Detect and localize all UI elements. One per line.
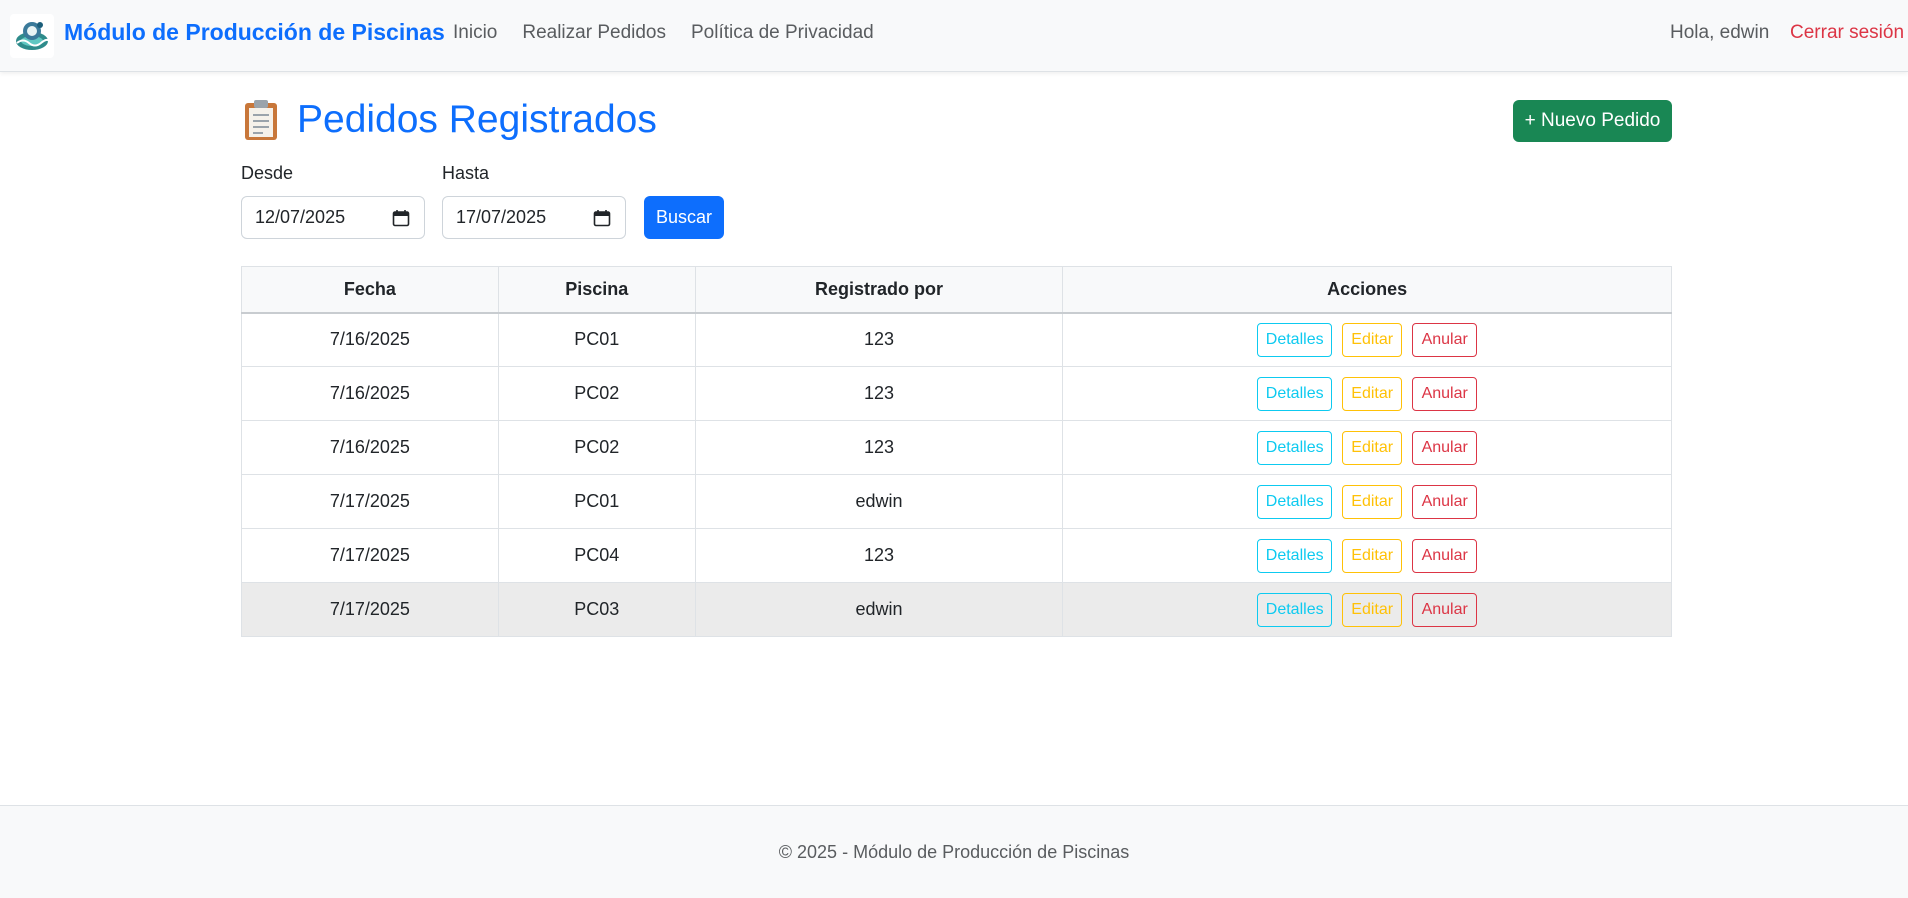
cancel-button[interactable]: Anular (1412, 430, 1478, 465)
table-row: 7/16/2025 PC01 123 Detalles Editar Anula… (241, 312, 1672, 367)
calendar-icon[interactable] (392, 209, 410, 227)
edit-button[interactable]: Editar (1342, 430, 1403, 465)
table-header-row: Fecha Piscina Registrado por Acciones (241, 266, 1672, 314)
header-piscina: Piscina (497, 266, 696, 314)
header-acciones: Acciones (1062, 266, 1672, 314)
details-button[interactable]: Detalles (1257, 484, 1333, 519)
details-button[interactable]: Detalles (1257, 376, 1333, 411)
edit-button[interactable]: Editar (1342, 592, 1403, 627)
orders-table: Fecha Piscina Registrado por Acciones 7/… (241, 266, 1672, 637)
to-label: Hasta (442, 163, 490, 183)
search-button[interactable]: Buscar (644, 196, 724, 239)
cell-fecha: 7/16/2025 (241, 366, 499, 421)
cell-piscina: PC03 (497, 582, 696, 637)
cell-acciones: Detalles Editar Anular (1062, 528, 1672, 583)
footer: © 2025 - Módulo de Producción de Piscina… (0, 805, 1908, 898)
pool-logo-icon[interactable] (10, 14, 54, 58)
cell-registrado: 123 (694, 528, 1064, 583)
table-row: 7/16/2025 PC02 123 Detalles Editar Anula… (241, 420, 1672, 475)
cancel-button[interactable]: Anular (1412, 376, 1478, 411)
header-fecha: Fecha (241, 266, 499, 314)
cancel-button[interactable]: Anular (1412, 322, 1478, 357)
nav-links: Inicio Realizar Pedidos Política de Priv… (453, 22, 899, 44)
edit-button[interactable]: Editar (1342, 538, 1403, 573)
cancel-button[interactable]: Anular (1412, 592, 1478, 627)
cancel-button[interactable]: Anular (1412, 484, 1478, 519)
logout-link[interactable]: Cerrar sesión (1790, 22, 1904, 44)
cell-fecha: 7/17/2025 (241, 474, 499, 529)
cell-registrado: edwin (694, 582, 1064, 637)
table-row: 7/16/2025 PC02 123 Detalles Editar Anula… (241, 366, 1672, 421)
user-greeting: Hola, edwin (1670, 22, 1770, 43)
edit-button[interactable]: Editar (1342, 376, 1403, 411)
details-button[interactable]: Detalles (1257, 592, 1333, 627)
cell-piscina: PC02 (497, 420, 696, 475)
cell-fecha: 7/16/2025 (241, 420, 499, 475)
page-title-text: Pedidos Registrados (297, 98, 657, 141)
to-date-input[interactable]: 17/07/2025 (442, 196, 626, 239)
cell-acciones: Detalles Editar Anular (1062, 474, 1672, 529)
cell-acciones: Detalles Editar Anular (1062, 366, 1672, 421)
cell-registrado: 123 (694, 312, 1064, 367)
calendar-icon[interactable] (593, 209, 611, 227)
cell-registrado: 123 (694, 420, 1064, 475)
clipboard-icon (241, 98, 281, 142)
cell-piscina: PC04 (497, 528, 696, 583)
nav-link-politica-privacidad[interactable]: Política de Privacidad (691, 22, 874, 44)
details-button[interactable]: Detalles (1257, 322, 1333, 357)
cell-acciones: Detalles Editar Anular (1062, 312, 1672, 367)
to-date-value: 17/07/2025 (456, 207, 547, 227)
cell-fecha: 7/16/2025 (241, 312, 499, 367)
navbar: Módulo de Producción de Piscinas Inicio … (0, 0, 1908, 72)
header-registrado-por: Registrado por (694, 266, 1064, 314)
table-row: 7/17/2025 PC04 123 Detalles Editar Anula… (241, 528, 1672, 583)
cell-piscina: PC02 (497, 366, 696, 421)
cell-piscina: PC01 (497, 474, 696, 529)
from-label: Desde (241, 163, 294, 183)
edit-button[interactable]: Editar (1342, 484, 1403, 519)
table-row: 7/17/2025 PC01 edwin Detalles Editar Anu… (241, 474, 1672, 529)
footer-copyright: © 2025 - Módulo de Producción de Piscina… (778, 841, 1130, 862)
nav-link-inicio[interactable]: Inicio (453, 22, 497, 44)
details-button[interactable]: Detalles (1257, 538, 1333, 573)
cancel-button[interactable]: Anular (1412, 538, 1478, 573)
nav-link-realizar-pedidos[interactable]: Realizar Pedidos (522, 22, 666, 44)
new-order-button[interactable]: + Nuevo Pedido (1513, 100, 1672, 142)
from-date-input[interactable]: 12/07/2025 (241, 196, 425, 239)
cell-fecha: 7/17/2025 (241, 528, 499, 583)
cell-registrado: edwin (694, 474, 1064, 529)
edit-button[interactable]: Editar (1342, 322, 1403, 357)
page-title: Pedidos Registrados (241, 98, 657, 142)
cell-piscina: PC01 (497, 312, 696, 367)
cell-acciones: Detalles Editar Anular (1062, 582, 1672, 637)
cell-fecha: 7/17/2025 (241, 582, 499, 637)
brand-title[interactable]: Módulo de Producción de Piscinas (64, 19, 445, 46)
cell-acciones: Detalles Editar Anular (1062, 420, 1672, 475)
cell-registrado: 123 (694, 366, 1064, 421)
from-date-value: 12/07/2025 (255, 207, 346, 227)
table-row: 7/17/2025 PC03 edwin Detalles Editar Anu… (241, 582, 1672, 637)
details-button[interactable]: Detalles (1257, 430, 1333, 465)
